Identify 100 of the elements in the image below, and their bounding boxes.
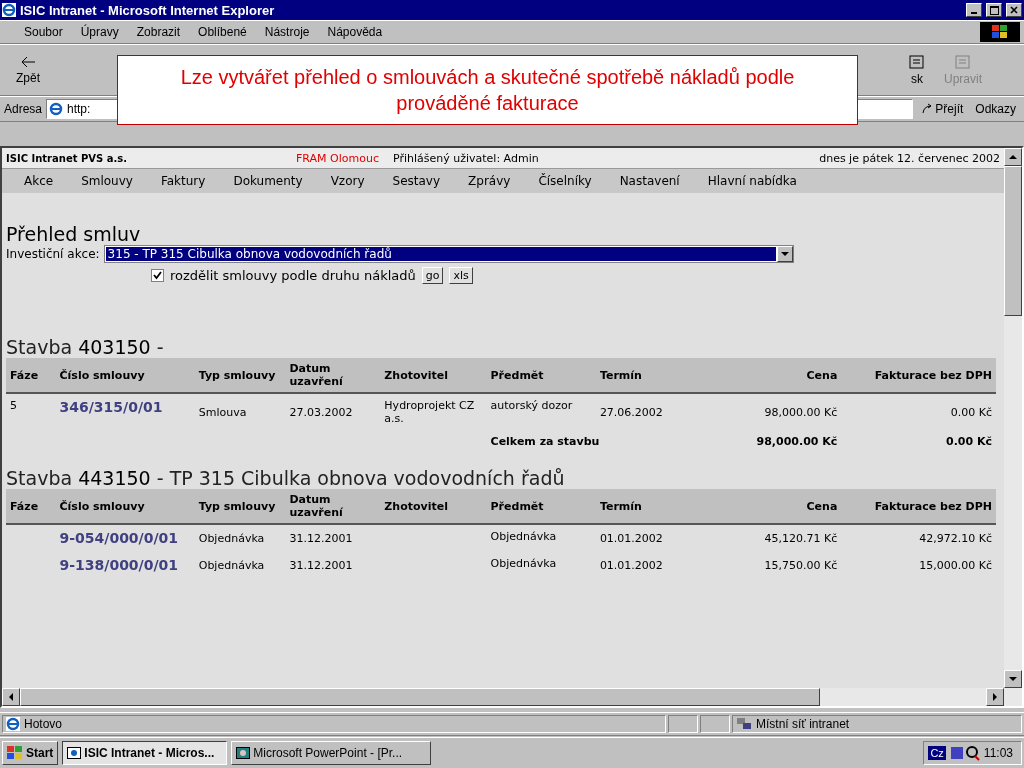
contract-link[interactable]: 346/315/0/01 <box>59 399 163 415</box>
nav-link[interactable]: Nastavení <box>619 174 680 188</box>
zone-label: Místní síť intranet <box>756 717 850 731</box>
vertical-scrollbar[interactable] <box>1004 148 1022 688</box>
minimize-button[interactable] <box>966 3 982 17</box>
table-cell: 01.01.2002 <box>599 532 663 545</box>
status-panel <box>668 715 698 733</box>
menu-item[interactable]: Nástroje <box>264 25 310 39</box>
toolbar-button[interactable]: sk <box>902 54 932 86</box>
tray-icon[interactable] <box>949 745 980 761</box>
date-label: dnes je pátek 12. červenec 2002 <box>819 151 1000 165</box>
close-button[interactable] <box>1006 3 1022 17</box>
table-cell: Objednávka <box>198 532 265 545</box>
checkbox[interactable] <box>151 269 164 282</box>
table-cell: 01.01.2002 <box>599 559 663 572</box>
company-name: ISIC Intranet PVS a.s. <box>6 152 128 164</box>
document-icon <box>954 54 972 70</box>
total-invoiced: 0.00 Kč <box>946 435 992 448</box>
triangle-down-icon <box>1009 676 1017 682</box>
table-cell: Objednávka <box>198 559 265 572</box>
back-arrow-icon <box>20 55 36 69</box>
language-indicator[interactable]: Cz <box>928 746 946 760</box>
triangle-up-icon <box>1009 154 1017 160</box>
triangle-right-icon <box>992 693 998 701</box>
go-button[interactable]: Přejít <box>917 102 968 116</box>
windows-flag-icon <box>7 746 23 760</box>
column-header: Předmět <box>486 489 596 524</box>
nav-link[interactable]: Zprávy <box>468 174 511 188</box>
nav-link[interactable]: Sestavy <box>392 174 441 188</box>
section-heading: Stavba 443150 - TP 315 Cibulka obnova vodovodních řadů <box>6 467 566 489</box>
taskbar-button[interactable]: ISIC Intranet - Micros... <box>62 741 228 765</box>
taskbar-button[interactable]: Microsoft PowerPoint - [Pr... <box>231 741 432 765</box>
total-price: 98,000.00 Kč <box>756 435 838 448</box>
column-header: Datum uzavření <box>285 358 381 393</box>
curved-arrow-icon <box>921 103 934 115</box>
column-header: Fáze <box>6 489 56 524</box>
column-header: Termín <box>595 489 712 524</box>
form-button[interactable]: go <box>421 267 444 284</box>
maximize-icon <box>989 5 999 15</box>
location-label: FRAM Olomouc <box>296 151 379 165</box>
nav-link[interactable]: Dokumenty <box>233 174 303 188</box>
nav-link[interactable]: Akce <box>24 174 54 188</box>
menu-item[interactable]: Oblíbené <box>198 25 247 39</box>
status-text: Hotovo <box>24 717 63 731</box>
maximize-button[interactable] <box>986 3 1002 17</box>
contract-link[interactable]: 9-054/000/0/01 <box>59 530 179 546</box>
column-header: Fakturace bez DPH <box>841 358 996 393</box>
column-header: Typ smlouvy <box>194 489 286 524</box>
table-cell: 15,000.00 Kč <box>919 559 992 572</box>
column-header: Typ smlouvy <box>194 358 286 393</box>
table-cell: 15,750.00 Kč <box>764 559 838 572</box>
links-button[interactable]: Odkazy <box>971 102 1020 116</box>
page-icon <box>49 102 64 116</box>
menu-item[interactable]: Nápověda <box>327 25 383 39</box>
form-button[interactable]: xls <box>449 267 473 284</box>
menu-item[interactable]: Soubor <box>24 25 63 39</box>
contract-link[interactable]: 9-138/000/0/01 <box>59 557 179 573</box>
column-header: Cena <box>711 358 842 393</box>
presentation-icon <box>236 747 251 759</box>
table-cell: 0.00 Kč <box>950 405 992 419</box>
column-header: Číslo smlouvy <box>55 358 195 393</box>
nav-link[interactable]: Číselníky <box>538 174 592 188</box>
menu-item[interactable]: Úpravy <box>80 25 119 39</box>
column-header: Fáze <box>6 358 56 393</box>
clock: 11:03 <box>983 746 1013 760</box>
table-cell: 27.06.2002 <box>599 405 663 419</box>
column-header: Číslo smlouvy <box>55 489 195 524</box>
table-cell: 42,972.10 Kč <box>919 532 992 545</box>
start-button[interactable]: Start <box>2 741 59 765</box>
network-icon <box>736 717 752 731</box>
window-title: ISIC Intranet - Microsoft Internet Explorer <box>20 2 276 18</box>
table-cell: autorský dozor <box>490 399 573 412</box>
callout-tooltip: Lze vytvářet přehled o smlouvách a skutečné spotřebě nákladů podle prováděné fakturace <box>117 55 858 125</box>
nav-link[interactable]: Vzory <box>330 174 365 188</box>
table-cell: 98,000.00 Kč <box>764 405 838 419</box>
project-select[interactable]: 315 - TP 315 Cibulka obnova vodovodních řadů <box>103 245 794 263</box>
section-heading: Stavba 403150 - <box>6 336 165 358</box>
table-cell: Smlouva <box>198 405 247 419</box>
document-icon <box>908 54 926 70</box>
toolbar-button[interactable]: Zpět <box>10 55 46 85</box>
table-cell: 5 <box>10 399 17 412</box>
nav-link[interactable]: Faktury <box>160 174 206 188</box>
table-cell: 31.12.2001 <box>289 559 353 572</box>
column-header: Zhotovitel <box>380 358 487 393</box>
menu-item[interactable]: Zobrazit <box>136 25 181 39</box>
page-icon <box>6 717 20 731</box>
checkbox-label: rozdělit smlouvy podle druhu nákladů <box>170 268 416 283</box>
column-header: Předmět <box>486 358 596 393</box>
table-cell: 45,120.71 Kč <box>764 532 838 545</box>
table-cell: 27.03.2002 <box>289 405 353 419</box>
address-label: Adresa <box>4 102 43 116</box>
triangle-down-icon <box>780 251 789 257</box>
nav-link[interactable]: Smlouvy <box>81 174 133 188</box>
column-header: Fakturace bez DPH <box>841 489 996 524</box>
column-header: Cena <box>711 489 842 524</box>
nav-link[interactable]: Hlavní nabídka <box>707 174 797 188</box>
user-label: Přihlášený uživatel: Admin <box>392 151 539 165</box>
horizontal-scrollbar[interactable] <box>2 688 1022 706</box>
triangle-left-icon <box>8 693 14 701</box>
column-header: Datum uzavření <box>285 489 381 524</box>
